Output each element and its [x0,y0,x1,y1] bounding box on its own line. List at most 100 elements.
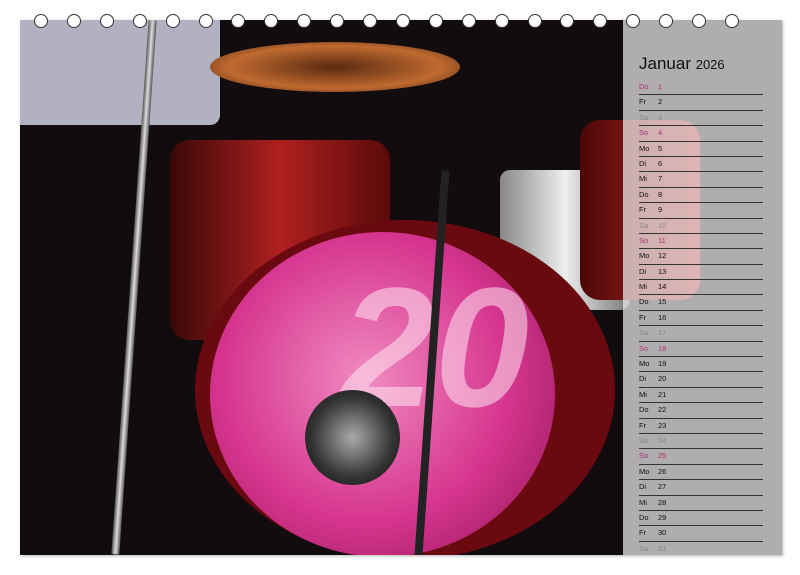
day-list: Do1Fr2Sa3So4Mo5Di6Mi7Do8Fr9Sa10So11Mo12D… [639,80,763,555]
day-number: 27 [658,480,666,494]
cymbal [210,42,460,92]
day-row: Di20 [639,372,763,387]
weekday: Di [639,265,651,279]
day-number: 1 [658,80,662,94]
day-number: 9 [658,203,662,217]
day-row: Do 8 [639,188,763,203]
day-row: Mo 12 [639,249,763,264]
weekday: Sa [639,219,651,233]
weekday: Do [639,403,651,417]
ring-hole [659,14,673,28]
day-number: 11 [658,234,666,248]
ring-hole [166,14,180,28]
day-number: 18 [658,342,666,356]
day-row: Mi 7 [639,172,763,187]
ring-hole [528,14,542,28]
day-row: Do 1 [639,80,763,95]
day-number: 23 [658,419,666,433]
month-title: Januar 2026 [639,54,725,74]
weekday: So [639,234,651,248]
day-number: 20 [658,372,666,386]
day-number: 12 [658,249,666,263]
ring-hole [100,14,114,28]
ring-hole [133,14,147,28]
day-row: So 11 [639,234,763,249]
day-row: Mi 28 [639,496,763,511]
day-row: Fr 2 [639,95,763,110]
day-row: Do 15 [639,295,763,310]
day-number: 31 [658,542,666,555]
day-row: Sa 17 [639,326,763,341]
day-row: So 4 [639,126,763,141]
day-row: Sa3 [639,111,763,126]
weekday: Fr [639,95,651,109]
day-row: Sa24 [639,434,763,449]
microphone [305,390,400,485]
day-row: Sa 31 [639,542,763,555]
ring-hole [692,14,706,28]
banner-shape [20,20,220,125]
day-row: Fr 16 [639,311,763,326]
day-row: Di13 [639,265,763,280]
ring-hole [462,14,476,28]
weekday: Mo [639,249,651,263]
day-row: Mo 26 [639,465,763,480]
weekday: Mi [639,496,651,510]
year: 2026 [696,57,725,72]
day-row: Fr 9 [639,203,763,218]
ring-hole [199,14,213,28]
weekday: Sa [639,434,651,448]
weekday: Sa [639,326,651,340]
day-number: 5 [658,142,662,156]
weekday: So [639,449,651,463]
day-row: Mi 14 [639,280,763,295]
weekday: Do [639,511,651,525]
day-number: 29 [658,511,666,525]
ring-hole [725,14,739,28]
day-number: 22 [658,403,666,417]
day-number: 4 [658,126,662,140]
day-number: 28 [658,496,666,510]
ring-hole [67,14,81,28]
day-number: 7 [658,172,662,186]
weekday: Fr [639,419,651,433]
weekday: Mi [639,172,651,186]
day-number: 26 [658,465,666,479]
ring-hole [34,14,48,28]
weekday: Fr [639,526,651,540]
weekday: Fr [639,311,651,325]
day-row: Di6 [639,157,763,172]
weekday: Sa [639,542,651,555]
weekday: Mi [639,388,651,402]
weekday: Fr [639,203,651,217]
ring-hole [330,14,344,28]
day-number: 15 [658,295,666,309]
weekday: Mi [639,280,651,294]
day-number: 8 [658,188,662,202]
day-row: Sa10 [639,219,763,234]
weekday: Mo [639,357,651,371]
day-number: 2 [658,95,662,109]
day-number: 19 [658,357,666,371]
weekday: Do [639,295,651,309]
day-number: 30 [658,526,666,540]
calendar-panel: Januar 2026 Do1Fr2Sa3So4Mo5Di6Mi7Do8Fr9S… [623,20,782,555]
day-number: 14 [658,280,666,294]
day-row: So25 [639,449,763,464]
weekday: So [639,126,651,140]
weekday: Mo [639,465,651,479]
weekday: Sa [639,111,651,125]
weekday: Mo [639,142,651,156]
day-row: Fr 23 [639,419,763,434]
ring-hole [429,14,443,28]
month-name: Januar [639,54,691,73]
day-number: 16 [658,311,666,325]
day-row: Fr 30 [639,526,763,541]
weekday: Do [639,188,651,202]
day-row: Mo 5 [639,142,763,157]
day-number: 17 [658,326,666,340]
day-row: So18 [639,342,763,357]
day-row: Di27 [639,480,763,495]
ring-hole [363,14,377,28]
weekday: Do [639,80,651,94]
